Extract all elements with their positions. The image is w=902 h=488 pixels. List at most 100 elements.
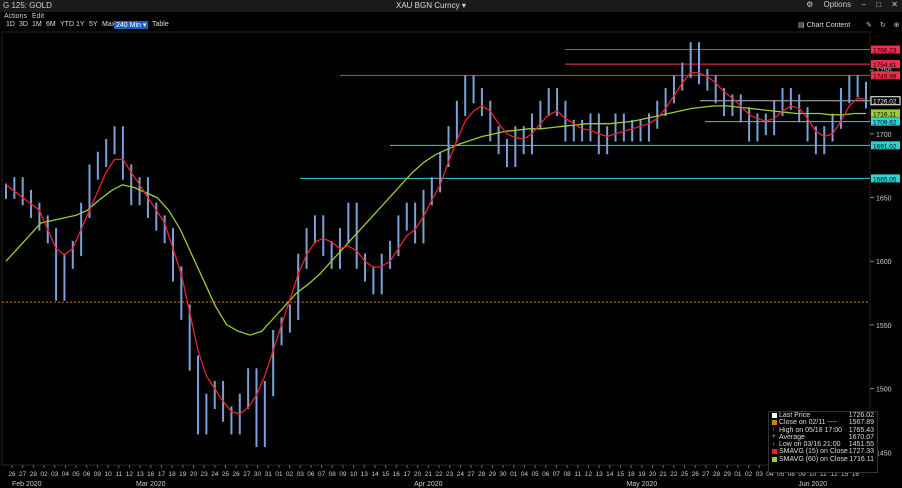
x-tick-label: 14 [606, 471, 614, 478]
sma15-line [5, 72, 867, 415]
legend-label: High on 05/18 17:00 [779, 426, 843, 434]
x-tick-label: 22 [435, 471, 443, 478]
x-month-label: Apr 2020 [414, 481, 443, 488]
x-tick-label: 28 [30, 471, 38, 478]
level-label: 1709.62 [873, 120, 897, 127]
x-tick-label: 13 [596, 471, 604, 478]
legend-row: Last Price 1726.02 [769, 412, 877, 419]
x-tick-label: 31 [265, 471, 273, 478]
legend-swatch [772, 449, 777, 455]
x-tick-label: 05 [72, 471, 80, 478]
x-tick-label: 01 [734, 471, 742, 478]
price-chart[interactable]: 1450150015501600165017001750262728020304… [0, 0, 902, 488]
x-tick-label: 02 [286, 471, 294, 478]
x-tick-label: 10 [350, 471, 358, 478]
y-tick-label: 1500 [876, 387, 892, 394]
legend-swatch: ↓ [772, 441, 775, 448]
x-tick-label: 30 [254, 471, 262, 478]
x-tick-label: 19 [638, 471, 646, 478]
legend-label: SMAVG (15) on Close [779, 448, 848, 456]
x-tick-label: 25 [222, 471, 230, 478]
x-tick-label: 02 [745, 471, 753, 478]
legend-value: 1765.43 [848, 426, 874, 434]
x-tick-label: 29 [489, 471, 497, 478]
x-tick-label: 15 [382, 471, 390, 478]
x-tick-label: 12 [126, 471, 134, 478]
x-tick-label: 27 [19, 471, 27, 478]
x-tick-label: 19 [179, 471, 187, 478]
x-tick-label: 03 [51, 471, 59, 478]
x-tick-label: 03 [297, 471, 305, 478]
x-tick-label: 01 [275, 471, 283, 478]
x-tick-label: 09 [339, 471, 347, 478]
x-tick-label: 17 [158, 471, 166, 478]
x-month-label: Mar 2020 [136, 481, 166, 488]
legend-swatch: ↑ [772, 426, 775, 433]
x-tick-label: 05 [531, 471, 539, 478]
x-tick-label: 10 [104, 471, 112, 478]
x-tick-label: 13 [361, 471, 369, 478]
x-tick-label: 26 [692, 471, 700, 478]
legend-value: 1716.11 [849, 455, 874, 463]
x-tick-label: 20 [649, 471, 657, 478]
legend-swatch [772, 420, 777, 426]
x-tick-label: 07 [318, 471, 326, 478]
x-tick-label: 29 [724, 471, 732, 478]
x-month-label: May 2020 [626, 481, 657, 488]
legend-row: ↑ High on 05/18 17:00 1765.43 [769, 427, 877, 434]
x-tick-label: 11 [574, 471, 581, 478]
legend-value: 1727.33 [848, 448, 874, 456]
level-label: 1691.02 [873, 143, 897, 150]
x-tick-label: 08 [329, 471, 337, 478]
x-tick-label: 23 [446, 471, 454, 478]
y-tick-label: 1650 [876, 196, 892, 203]
x-tick-label: 21 [425, 471, 433, 478]
x-tick-label: 21 [660, 471, 668, 478]
x-tick-label: 28 [713, 471, 721, 478]
x-tick-label: 18 [628, 471, 636, 478]
legend-label: Low on 03/16 21:00 [779, 441, 841, 449]
x-tick-label: 13 [136, 471, 144, 478]
level-label: 1726.02 [873, 99, 897, 106]
level-label: 1754.81 [873, 62, 897, 69]
x-tick-label: 16 [393, 471, 401, 478]
level-label: 1665.05 [873, 176, 897, 183]
level-label: 1766.23 [873, 48, 897, 55]
x-tick-label: 25 [681, 471, 689, 478]
x-tick-label: 14 [371, 471, 379, 478]
x-month-label: Jun 2020 [798, 481, 827, 488]
y-tick-label: 1600 [876, 259, 892, 266]
legend-value: 1670.07 [848, 433, 874, 441]
x-tick-label: 08 [563, 471, 571, 478]
x-tick-label: 20 [414, 471, 422, 478]
y-tick-label: 1450 [876, 450, 892, 457]
legend-label: Close on 02/11 ---- [779, 419, 837, 427]
y-tick-label: 1700 [876, 132, 892, 139]
legend-row: ↓ Low on 03/16 21:00 1451.55 [769, 441, 877, 448]
x-tick-label: 07 [553, 471, 561, 478]
x-tick-label: 24 [211, 471, 219, 478]
x-tick-label: 27 [702, 471, 710, 478]
x-tick-label: 06 [542, 471, 550, 478]
x-tick-label: 04 [521, 471, 529, 478]
sma60-line [5, 105, 866, 336]
x-tick-label: 27 [243, 471, 251, 478]
x-tick-label: 26 [233, 471, 241, 478]
x-tick-label: 03 [756, 471, 764, 478]
x-tick-label: 28 [478, 471, 486, 478]
x-tick-label: 18 [169, 471, 177, 478]
legend-value: 1726.02 [848, 412, 874, 419]
legend-label: Last Price [779, 412, 811, 419]
x-tick-label: 30 [499, 471, 507, 478]
y-tick-label: 1550 [876, 323, 892, 330]
x-tick-label: 15 [617, 471, 625, 478]
x-tick-label: 04 [62, 471, 70, 478]
legend-swatch: + [772, 433, 776, 440]
legend-swatch [772, 413, 777, 418]
x-tick-label: 23 [201, 471, 209, 478]
x-tick-label: 26 [8, 471, 16, 478]
legend-row: + Average 1670.07 [769, 434, 877, 441]
x-tick-label: 01 [510, 471, 518, 478]
legend-row: SMAVG (15) on Close 1727.33 [769, 448, 877, 455]
x-tick-label: 16 [147, 471, 155, 478]
